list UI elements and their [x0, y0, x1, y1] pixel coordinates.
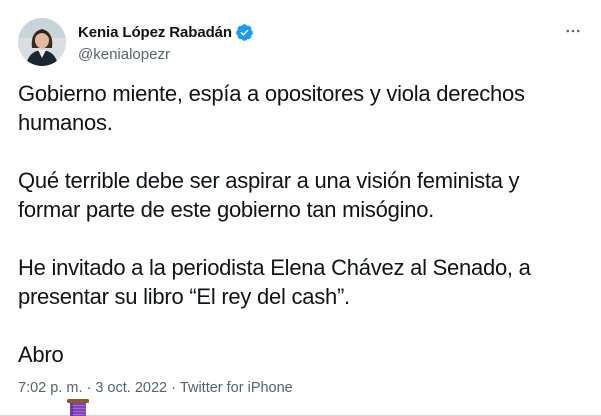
tweet-paragraph: He invitado a la periodista Elena Chávez… — [18, 255, 531, 309]
tweet-time[interactable]: 7:02 p. m. — [18, 380, 82, 396]
verified-badge-icon — [235, 23, 254, 42]
author-names: Kenia López Rabadán @kenialopezr — [78, 22, 254, 63]
tweet-last-text: Abro — [18, 342, 64, 367]
tweet-date[interactable]: 3 oct. 2022 — [95, 380, 167, 396]
meta-separator: · — [171, 380, 176, 396]
tweet-paragraph: Gobierno miente, espía a opositores y vi… — [18, 81, 525, 135]
more-horizontal-icon[interactable] — [563, 21, 583, 41]
tweet-paragraph-last: Abro — [18, 341, 587, 416]
name-row: Kenia López Rabadán — [78, 22, 254, 42]
tweet-text: Gobierno miente, espía a opositores y vi… — [18, 80, 587, 416]
tweet-header: Kenia López Rabadán @kenialopezr — [18, 15, 583, 75]
tweet-card: Kenia López Rabadán @kenialopezr Gobiern… — [0, 0, 601, 416]
avatar[interactable] — [18, 18, 66, 66]
meta-separator: · — [86, 380, 92, 396]
author-handle[interactable]: @kenialopezr — [78, 46, 254, 63]
display-name[interactable]: Kenia López Rabadán — [78, 24, 232, 41]
tweet-source[interactable]: Twitter for iPhone — [180, 380, 293, 396]
spool-of-thread-emoji — [65, 341, 91, 416]
tweet-paragraph: Qué terrible debe ser aspirar a una visi… — [18, 168, 520, 222]
tweet-meta: 7:02 p. m. · 3 oct. 2022 · Twitter for i… — [18, 380, 293, 396]
